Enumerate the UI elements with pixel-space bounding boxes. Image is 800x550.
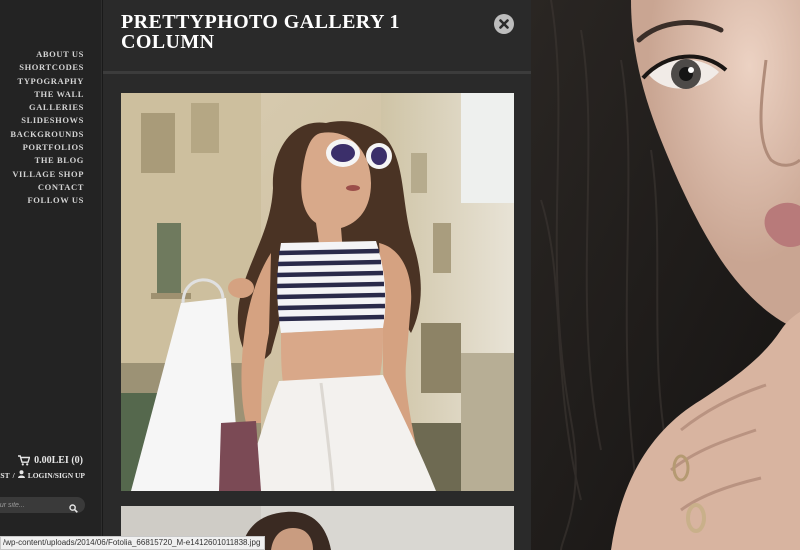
main-menu: ABOUT US SHORTCODES TYPOGRAPHY THE WALL … [10, 48, 84, 208]
menu-item-slideshows[interactable]: SLIDESHOWS [10, 114, 84, 127]
account-separator: / [12, 470, 15, 480]
menu-item-typography[interactable]: TYPOGRAPHY [10, 75, 84, 88]
menu-item-portfolios[interactable]: PORTFOLIOS [10, 141, 84, 154]
search-input[interactable] [0, 501, 64, 509]
page-title: PRETTYPHOTO GALLERY 1 COLUMN [121, 11, 400, 53]
menu-item-backgrounds[interactable]: BACKGROUNDS [10, 128, 84, 141]
sidebar: ABOUT US SHORTCODES TYPOGRAPHY THE WALL … [0, 0, 102, 550]
close-button[interactable] [494, 14, 514, 34]
account-links: HLIST / LOGIN/SIGN UP [0, 470, 85, 480]
background-image [531, 0, 800, 550]
login-link[interactable]: LOGIN/SIGN UP [28, 471, 85, 480]
menu-item-the-blog[interactable]: THE BLOG [10, 154, 84, 167]
menu-item-about-us[interactable]: ABOUT US [10, 48, 84, 61]
cart-icon [18, 455, 31, 466]
search-icon[interactable] [69, 500, 78, 518]
search-box [0, 497, 85, 513]
content-panel: PRETTYPHOTO GALLERY 1 COLUMN [103, 0, 531, 550]
cart-total: 0.00LEI (0) [34, 455, 83, 466]
menu-item-the-wall[interactable]: THE WALL [10, 88, 84, 101]
browser-status-bar: /wp-content/uploads/2014/06/Fotolia_6681… [0, 536, 266, 550]
menu-item-shortcodes[interactable]: SHORTCODES [10, 61, 84, 74]
user-icon [17, 470, 25, 480]
menu-item-contact[interactable]: CONTACT [10, 181, 84, 194]
menu-item-galleries[interactable]: GALLERIES [10, 101, 84, 114]
close-icon [499, 19, 509, 29]
menu-item-village-shop[interactable]: VILLAGE SHOP [10, 168, 84, 181]
menu-item-follow-us[interactable]: FOLLOW US [10, 194, 84, 207]
cart-link[interactable]: 0.00LEI (0) [18, 455, 83, 466]
panel-header: PRETTYPHOTO GALLERY 1 COLUMN [103, 0, 531, 74]
gallery-image[interactable] [121, 93, 514, 491]
wishlist-link[interactable]: HLIST [0, 471, 10, 480]
